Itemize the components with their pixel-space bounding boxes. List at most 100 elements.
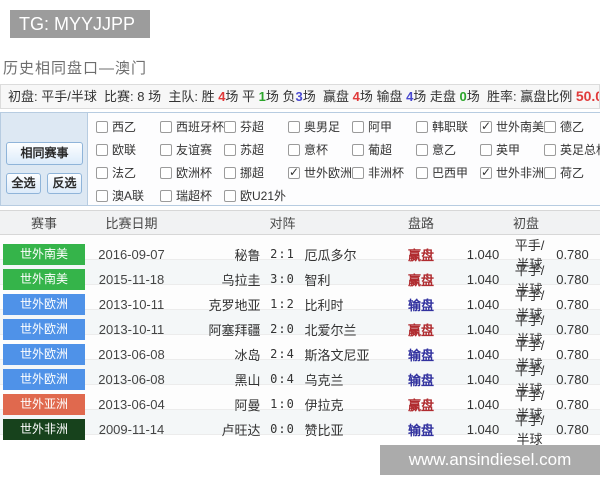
league-filter-item[interactable]: 荷乙 xyxy=(544,164,600,181)
league-filter-item[interactable]: 世外南美 xyxy=(480,118,544,135)
league-checkbox[interactable] xyxy=(224,144,236,156)
league-checkbox[interactable] xyxy=(96,121,108,133)
league-filter-item[interactable]: 德乙 xyxy=(544,118,600,135)
league-filter-item[interactable]: 瑞超杯 xyxy=(160,187,224,204)
league-checkbox[interactable] xyxy=(416,121,428,133)
league-checkbox[interactable] xyxy=(352,167,364,179)
match-date: 2013-06-04 xyxy=(88,397,175,412)
away-team: 比利时 xyxy=(305,295,391,314)
table-header-row: 赛事 比赛日期 对阵 盘路 初盘 xyxy=(0,210,600,235)
league-badge: 世外南美 xyxy=(3,244,85,265)
league-filter-item[interactable]: 法乙 xyxy=(96,164,160,181)
match-score: 0:4 xyxy=(261,372,305,386)
league-filter-item[interactable]: 友谊赛 xyxy=(160,141,224,158)
league-filter-item[interactable]: 苏超 xyxy=(224,141,288,158)
league-filter-item[interactable]: 西班牙杯 xyxy=(160,118,224,135)
league-filter-item[interactable]: 奥男足 xyxy=(288,118,352,135)
league-filter-item[interactable]: 非洲杯 xyxy=(352,164,416,181)
league-checkbox[interactable] xyxy=(480,167,492,179)
league-checkbox[interactable] xyxy=(352,121,364,133)
league-label: 荷乙 xyxy=(560,164,584,181)
match-score: 2:4 xyxy=(261,347,305,361)
match-date: 2016-09-07 xyxy=(88,247,175,262)
matchup-cell: 秘鲁 2:1 厄瓜多尔 xyxy=(175,245,390,264)
league-label: 德乙 xyxy=(560,118,584,135)
invert-select-button[interactable]: 反选 xyxy=(47,173,82,194)
league-checkbox[interactable] xyxy=(96,144,108,156)
matchup-cell: 卢旺达 0:0 赞比亚 xyxy=(175,420,390,439)
league-filter-item[interactable]: 欧洲杯 xyxy=(160,164,224,181)
result-badge: 赢盘 xyxy=(408,398,434,413)
league-checkbox[interactable] xyxy=(416,167,428,179)
league-checkbox[interactable] xyxy=(288,121,300,133)
league-label: 苏超 xyxy=(240,141,264,158)
result-cell: 输盘 xyxy=(390,420,452,439)
league-cell: 世外欧洲 xyxy=(0,368,88,391)
league-checkbox[interactable] xyxy=(160,121,172,133)
league-filter-item[interactable]: 阿甲 xyxy=(352,118,416,135)
league-checkbox[interactable] xyxy=(480,144,492,156)
match-date: 2009-11-14 xyxy=(88,422,175,437)
league-checkbox[interactable] xyxy=(352,144,364,156)
league-filter-item[interactable]: 英足总杯 xyxy=(544,141,600,158)
match-score: 3:0 xyxy=(261,272,305,286)
odds-close: 0.780 xyxy=(545,422,600,437)
league-label: 韩职联 xyxy=(432,118,468,135)
league-label: 西班牙杯 xyxy=(176,118,224,135)
league-filter-item[interactable]: 意乙 xyxy=(416,141,480,158)
match-date: 2013-10-11 xyxy=(88,322,175,337)
league-checkbox[interactable] xyxy=(544,121,556,133)
away-team: 赞比亚 xyxy=(305,420,391,439)
league-label: 芬超 xyxy=(240,118,264,135)
league-checkbox[interactable] xyxy=(160,167,172,179)
table-row: 世外亚洲 2013-06-04 阿曼 1:0 伊拉克 赢盘 1.040 平手/半… xyxy=(0,385,600,410)
away-team: 伊拉克 xyxy=(305,395,391,414)
page-title: 历史相同盘口—澳门 xyxy=(3,57,147,78)
league-filter-item[interactable]: 韩职联 xyxy=(416,118,480,135)
league-checkbox[interactable] xyxy=(416,144,428,156)
same-event-button[interactable]: 相同赛事 xyxy=(6,142,83,165)
league-filter-item[interactable]: 意杯 xyxy=(288,141,352,158)
league-checkbox[interactable] xyxy=(224,190,236,202)
league-checkbox[interactable] xyxy=(160,144,172,156)
league-cell: 世外欧洲 xyxy=(0,293,88,316)
league-filter-item[interactable]: 世外非洲 xyxy=(480,164,544,181)
odds-history-page: TG: MYYJJPP 历史相同盘口—澳门 初盘: 平手/半球 比赛: 8 场 … xyxy=(0,0,600,480)
league-checkbox[interactable] xyxy=(544,144,556,156)
league-label: 瑞超杯 xyxy=(176,187,212,204)
league-filter-item[interactable]: 世外欧洲 xyxy=(288,164,352,181)
league-filter-item[interactable]: 欧联 xyxy=(96,141,160,158)
league-badge: 世外欧洲 xyxy=(3,294,85,315)
league-checkbox[interactable] xyxy=(288,167,300,179)
matchup-cell: 黑山 0:4 乌克兰 xyxy=(175,370,390,389)
match-score: 2:1 xyxy=(261,247,305,261)
league-checkbox[interactable] xyxy=(160,190,172,202)
league-checkbox[interactable] xyxy=(288,144,300,156)
league-filter-item[interactable]: 欧U21外 xyxy=(224,187,288,204)
select-all-button[interactable]: 全选 xyxy=(6,173,41,194)
league-cell: 世外亚洲 xyxy=(0,393,88,416)
league-filter-item[interactable]: 芬超 xyxy=(224,118,288,135)
league-filter-item[interactable]: 葡超 xyxy=(352,141,416,158)
league-checkbox[interactable] xyxy=(96,190,108,202)
league-filter-item[interactable]: 巴西甲 xyxy=(416,164,480,181)
league-label: 英足总杯 xyxy=(560,141,600,158)
league-filter-item[interactable]: 西乙 xyxy=(96,118,160,135)
league-checkbox[interactable] xyxy=(480,121,492,133)
home-team: 阿曼 xyxy=(175,395,261,414)
stats-segment: 场 负 xyxy=(266,89,296,104)
match-date: 2013-10-11 xyxy=(88,297,175,312)
league-checkbox[interactable] xyxy=(544,167,556,179)
stats-bar: 初盘: 平手/半球 比赛: 8 场 主队: 胜 4场 平 1场 负3场 赢盘 4… xyxy=(0,84,600,109)
away-team: 智利 xyxy=(305,270,391,289)
league-filter-item[interactable]: 挪超 xyxy=(224,164,288,181)
league-filter-item[interactable]: 英甲 xyxy=(480,141,544,158)
tg-watermark-badge: TG: MYYJJPP xyxy=(10,10,150,38)
result-cell: 赢盘 xyxy=(390,270,452,289)
league-checkbox[interactable] xyxy=(224,121,236,133)
home-team: 冰岛 xyxy=(175,345,261,364)
league-checkbox[interactable] xyxy=(96,167,108,179)
league-filter-item[interactable]: 澳A联 xyxy=(96,187,160,204)
league-checkbox[interactable] xyxy=(224,167,236,179)
result-cell: 赢盘 xyxy=(390,395,452,414)
